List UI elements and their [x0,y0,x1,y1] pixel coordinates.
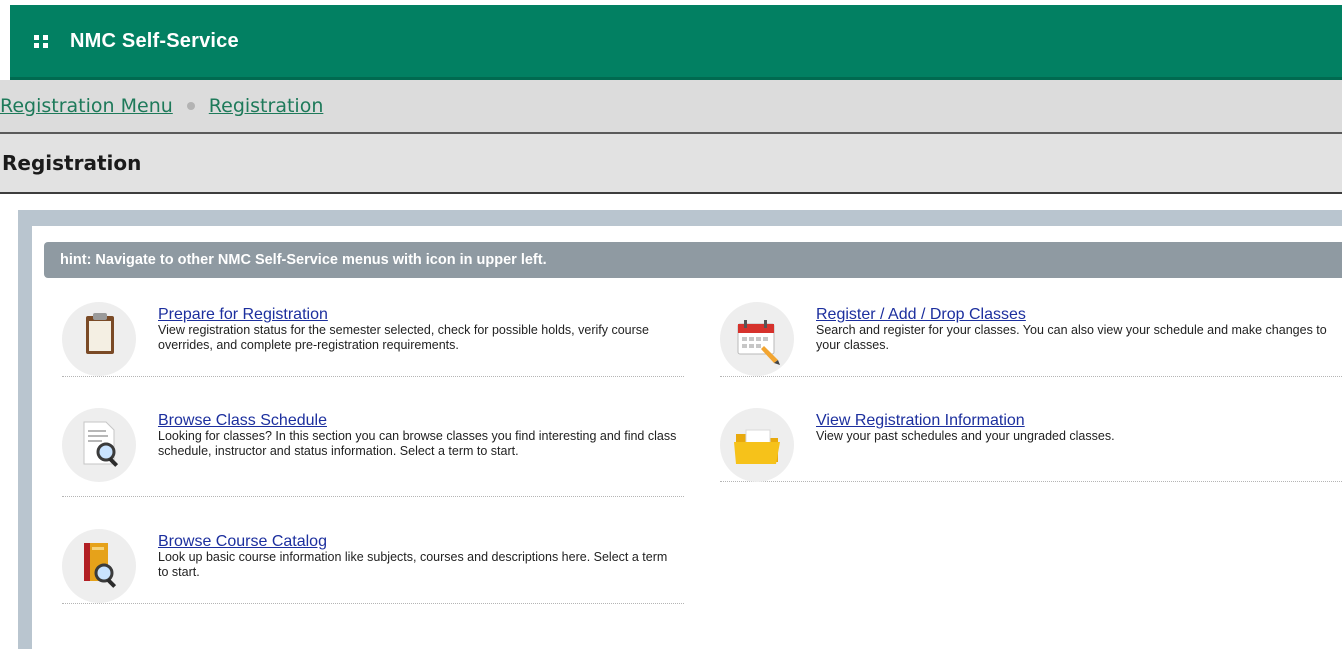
browse-class-schedule-link[interactable]: Browse Class Schedule [158,412,327,430]
page-title-bar: Registration [0,134,1342,194]
list-item-browse-class-schedule: Browse Class Schedule Looking for classe… [62,408,684,497]
browse-course-catalog-description: Look up basic course information like su… [158,550,668,579]
breadcrumb-registration[interactable]: Registration [209,95,324,117]
page-title: Registration [2,151,142,175]
folder-icon [720,408,794,482]
app-header: NMC Self-Service [10,5,1342,80]
document-search-icon [62,408,136,482]
list-item-view-registration-info: View Registration Information View your … [720,408,1342,482]
list-item-register-add-drop: Register / Add / Drop Classes Search and… [720,302,1342,377]
book-search-icon [62,529,136,603]
view-registration-info-link[interactable]: View Registration Information [816,412,1025,430]
list-item-browse-course-catalog: Browse Course Catalog Look up basic cour… [62,529,684,604]
top-bar: NMC Self-Service [10,0,1342,80]
hint-banner: hint: Navigate to other NMC Self-Service… [44,242,1342,278]
browse-class-schedule-description: Looking for classes? In this section you… [158,429,677,458]
breadcrumb-registration-menu[interactable]: Registration Menu [0,95,173,117]
app-title: NMC Self-Service [70,29,239,52]
menu-grid-icon[interactable] [34,35,48,48]
register-add-drop-description: Search and register for your classes. Yo… [816,323,1327,352]
clipboard-icon [62,302,136,376]
content-panel-inner: hint: Navigate to other NMC Self-Service… [32,226,1342,649]
prepare-registration-link[interactable]: Prepare for Registration [158,306,328,324]
list-item-prepare-registration: Prepare for Registration View registrati… [62,302,684,377]
breadcrumb-separator [186,102,195,110]
calendar-edit-icon [720,302,794,376]
register-add-drop-link[interactable]: Register / Add / Drop Classes [816,306,1026,324]
breadcrumb: Registration Menu Registration [0,80,1342,134]
content-panel: hint: Navigate to other NMC Self-Service… [18,210,1342,649]
browse-course-catalog-link[interactable]: Browse Course Catalog [158,533,327,551]
prepare-registration-description: View registration status for the semeste… [158,323,649,352]
view-registration-info-description: View your past schedules and your ungrad… [816,429,1115,443]
